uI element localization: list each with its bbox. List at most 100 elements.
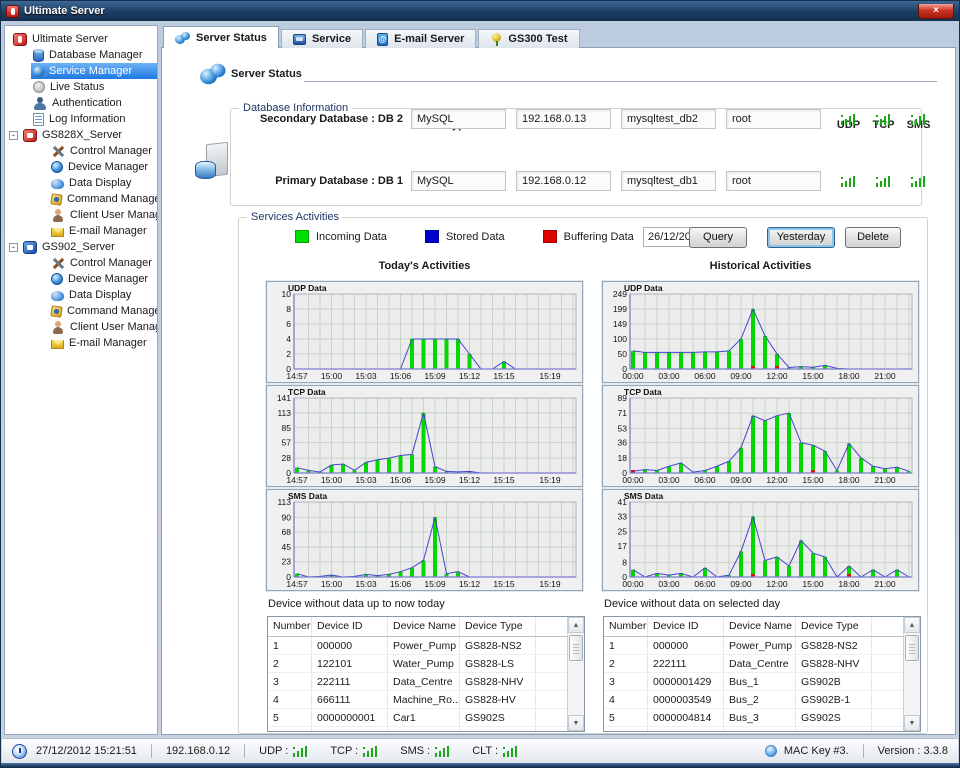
sidebar-item-device-manager[interactable]: Device Manager	[49, 159, 157, 175]
sidebar-item-client-user-manager[interactable]: Client User Manager	[49, 207, 157, 223]
historical-table-caption: Device without data on selected day	[604, 598, 780, 610]
sidebar-item-label: Control Manager	[70, 145, 152, 157]
command-icon	[50, 193, 62, 205]
svg-text:21:00: 21:00	[874, 475, 896, 485]
db-field-type[interactable]: MySQL	[411, 109, 506, 129]
sidebar-item-database-manager[interactable]: Database Manager	[31, 47, 157, 63]
table-scrollbar[interactable]: ▲▼	[903, 617, 920, 731]
delete-button[interactable]: Delete	[845, 227, 901, 248]
tab-bar: Server StatusServiceE-mail ServerGS300 T…	[163, 26, 582, 48]
sidebar-item-client-user-manager[interactable]: Client User Manager	[49, 319, 157, 335]
scroll-up-arrow-icon[interactable]: ▲	[568, 617, 584, 633]
table-cell: Bus_1	[724, 673, 796, 690]
sidebar-item-control-manager[interactable]: Control Manager	[49, 143, 157, 159]
sidebar-item-command-manager[interactable]: Command Manager	[49, 303, 157, 319]
svg-text:6: 6	[286, 319, 291, 329]
sidebar-item-e-mail-manager[interactable]: E-mail Manager	[49, 223, 157, 239]
table-row[interactable]: 2222111Data_CentreGS828-NHV	[604, 655, 903, 673]
sidebar-item-live-status[interactable]: Live Status	[31, 79, 157, 95]
db-field-db_name[interactable]: mysqltest_db2	[621, 109, 716, 129]
device-icon	[51, 161, 63, 173]
close-button[interactable]: ×	[918, 4, 954, 19]
table-row[interactable]: 40000003549Bus_2GS902B-1	[604, 691, 903, 709]
sidebar-item-data-display[interactable]: Data Display	[49, 175, 157, 191]
table-row[interactable]: 50000000001Car1GS902S	[268, 709, 567, 727]
svg-text:18:00: 18:00	[838, 579, 860, 589]
column-header[interactable]: Device ID	[648, 617, 724, 636]
svg-text:113: 113	[277, 408, 291, 418]
sidebar-item-service-manager[interactable]: Service Manager	[31, 63, 157, 79]
sidebar-item-authentication[interactable]: Authentication	[31, 95, 157, 111]
yesterday-button[interactable]: Yesterday	[767, 227, 835, 248]
scroll-up-arrow-icon[interactable]: ▲	[904, 617, 920, 633]
scroll-down-arrow-icon[interactable]: ▼	[568, 715, 584, 731]
tab-gs300-test[interactable]: GS300 Test	[478, 29, 579, 48]
sidebar-item-device-manager[interactable]: Device Manager	[49, 271, 157, 287]
db-field-db_name[interactable]: mysqltest_db1	[621, 171, 716, 191]
db-field-type[interactable]: MySQL	[411, 171, 506, 191]
tab-server-status[interactable]: Server Status	[163, 26, 279, 48]
auth-icon	[33, 97, 47, 110]
sidebar-item-e-mail-manager[interactable]: E-mail Manager	[49, 335, 157, 351]
sidebar-item-command-manager[interactable]: Command Manager	[49, 191, 157, 207]
db-field-location[interactable]: 192.168.0.12	[516, 171, 611, 191]
legend-item-buffering-data: Buffering Data	[543, 230, 634, 243]
column-header[interactable]: Device Name	[724, 617, 796, 636]
table-row[interactable]: 30000001429Bus_1GS902B	[604, 673, 903, 691]
table-row[interactable]: 60100000000Fire_truck1GS902S	[604, 727, 903, 731]
column-header[interactable]: Device Name	[388, 617, 460, 636]
status-signal-label: SMS :	[400, 745, 430, 757]
status-signal-label: CLT :	[472, 745, 498, 757]
column-header[interactable]: Device Type	[796, 617, 872, 636]
live-status-icon	[33, 81, 45, 93]
table-cell: Car2	[388, 727, 460, 731]
scroll-thumb[interactable]	[569, 635, 583, 661]
svg-text:15:19: 15:19	[539, 475, 561, 485]
table-scrollbar[interactable]: ▲▼	[567, 617, 584, 731]
sidebar-item-gs828x-server[interactable]: -GS828X_Server	[5, 127, 157, 143]
sidebar-item-control-manager[interactable]: Control Manager	[49, 255, 157, 271]
expand-toggle[interactable]: -	[9, 131, 18, 140]
svg-text:12:00: 12:00	[766, 579, 788, 589]
chart-today-tcp: 028578511314114:5715:0015:0315:0615:0915…	[266, 385, 583, 487]
scroll-down-arrow-icon[interactable]: ▼	[904, 715, 920, 731]
signal-cell	[866, 176, 901, 187]
sidebar-item-data-display[interactable]: Data Display	[49, 287, 157, 303]
chart-canvas: 02345689011314:5715:0015:0315:0615:0915:…	[267, 490, 582, 590]
database-row: Secondary Database : DB 2MySQL192.168.0.…	[231, 109, 936, 129]
separator	[863, 744, 864, 758]
table-row[interactable]: 60000000002Car2GS902B	[268, 727, 567, 731]
table-cell: Car1	[388, 709, 460, 726]
scroll-thumb[interactable]	[905, 635, 919, 661]
table-row[interactable]: 4666111Machine_Ro...GS828-HV	[268, 691, 567, 709]
client-user-icon	[51, 321, 65, 334]
tab-service[interactable]: Service	[281, 29, 363, 48]
table-cell-filler	[872, 691, 903, 708]
column-header[interactable]: Number	[268, 617, 312, 636]
signal-cell	[831, 176, 866, 187]
table-row[interactable]: 1000000Power_PumpGS828-NS2	[604, 637, 903, 655]
svg-text:03:00: 03:00	[658, 579, 680, 589]
table-row[interactable]: 50000004814Bus_3GS902S	[604, 709, 903, 727]
table-row[interactable]: 1000000Power_PumpGS828-NS2	[268, 637, 567, 655]
chart-historical-udp: 05010014919924900:0003:0006:0009:0012:00…	[602, 281, 919, 383]
db-field-location[interactable]: 192.168.0.13	[516, 109, 611, 129]
column-header[interactable]: Device ID	[312, 617, 388, 636]
column-header[interactable]: Device Type	[460, 617, 536, 636]
table-header: NumberDevice IDDevice NameDevice Type	[604, 617, 903, 637]
table-row[interactable]: 3222111Data_CentreGS828-NHV	[268, 673, 567, 691]
sidebar-item-ultimate-server[interactable]: Ultimate Server	[5, 31, 157, 47]
device-table-content: NumberDevice IDDevice NameDevice Type100…	[268, 617, 567, 731]
db-field-user[interactable]: root	[726, 109, 821, 129]
svg-text:15:15: 15:15	[493, 475, 515, 485]
sidebar-item-log-information[interactable]: Log Information	[31, 111, 157, 127]
tab-e-mail-server[interactable]: E-mail Server	[365, 29, 476, 48]
table-row[interactable]: 2122101Water_PumpGS828-LS	[268, 655, 567, 673]
db-field-user[interactable]: root	[726, 171, 821, 191]
column-header[interactable]: Number	[604, 617, 648, 636]
sidebar-item-gs902-server[interactable]: -GS902_Server	[5, 239, 157, 255]
query-button[interactable]: Query	[689, 227, 747, 248]
svg-text:UDP Data: UDP Data	[624, 283, 663, 293]
expand-toggle[interactable]: -	[9, 243, 18, 252]
sidebar-item-label: Database Manager	[49, 49, 143, 61]
